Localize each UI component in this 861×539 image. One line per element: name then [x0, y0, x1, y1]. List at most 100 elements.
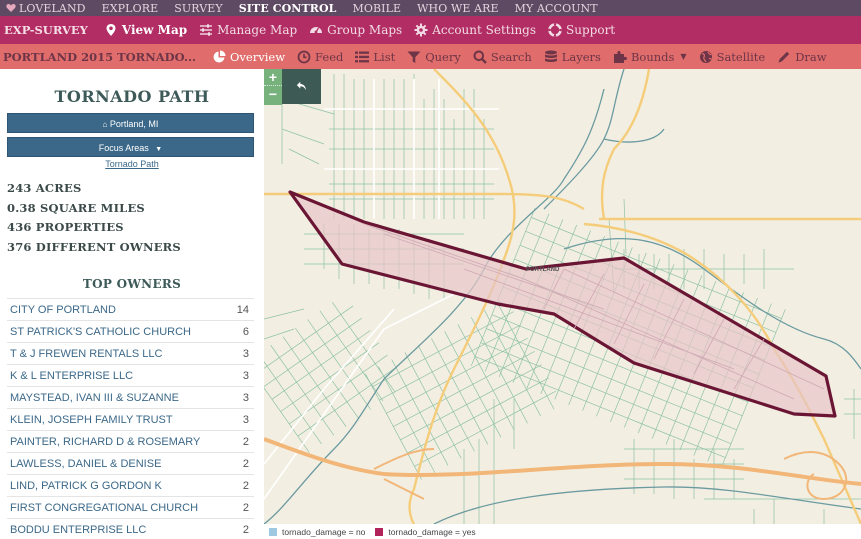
owner-count: 3 [242, 413, 249, 426]
sub-nav: EXP-SURVEY View Map Manage Map Group Map… [0, 16, 861, 44]
topnav-label: MOBILE [352, 1, 402, 15]
tab-list[interactable]: List [349, 50, 401, 64]
stats-list: 243 ACRES 0.38 SQUARE MILES 436 PROPERTI… [7, 181, 264, 259]
topnav-item-mobile[interactable]: MOBILE [345, 2, 410, 15]
life-ring-icon [548, 23, 562, 37]
subnav-item-support[interactable]: Support [542, 23, 621, 37]
owner-name[interactable]: MAYSTEAD, IVAN III & SUZANNE [10, 392, 179, 404]
tab-label: Satellite [716, 49, 766, 64]
topnav-item-site-control[interactable]: SITE CONTROL [231, 2, 345, 15]
heart-icon [6, 3, 16, 13]
owner-count: 3 [242, 347, 249, 360]
owner-row[interactable]: FIRST CONGREGATIONAL CHURCH 2 [7, 497, 254, 519]
owner-name[interactable]: CITY OF PORTLAND [10, 304, 116, 316]
owner-name[interactable]: BODDU ENTERPRISE LLC [10, 524, 146, 536]
legend-swatch-yes [375, 527, 384, 536]
topnav-item-survey[interactable]: SURVEY [166, 2, 231, 15]
tab-overview[interactable]: Overview [206, 50, 291, 64]
dashboard-icon [309, 23, 323, 37]
topnav-item-who-we-are[interactable]: WHO WE ARE [409, 2, 507, 15]
list-icon [355, 50, 370, 64]
subnav-item-manage-map[interactable]: Manage Map [193, 23, 303, 37]
top-owners-table: CITY OF PORTLAND 14 ST PATRICK'S CATHOLIC … [7, 298, 254, 539]
owner-row[interactable]: PAINTER, RICHARD D & ROSEMARY 2 [7, 431, 254, 453]
topnav-label: LOVELAND [19, 1, 86, 15]
subnav-label: View Map [121, 23, 188, 37]
subnav-item-view-map[interactable]: View Map [98, 23, 193, 37]
owner-name[interactable]: LAWLESS, DANIEL & DENISE [10, 458, 161, 470]
owner-count: 3 [242, 391, 249, 404]
subnav-label: Manage Map [217, 23, 298, 37]
owner-name[interactable]: T & J FREWEN RENTALS LLC [10, 348, 162, 360]
tab-draw[interactable]: Draw [771, 50, 832, 64]
tab-label: Bounds [630, 49, 675, 64]
tab-feed[interactable]: Feed [291, 50, 349, 64]
owner-row[interactable]: LIND, PATRICK G GORDON K 2 [7, 475, 254, 497]
tab-search[interactable]: Search [467, 50, 538, 64]
owner-row[interactable]: LAWLESS, DANIEL & DENISE 2 [7, 453, 254, 475]
search-icon [473, 50, 487, 64]
top-owners-heading: TOP OWNERS [82, 277, 182, 291]
tab-label: Search [490, 49, 532, 64]
focus-area-title: TORNADO PATH [54, 87, 210, 106]
owner-row[interactable]: KLEIN, JOSEPH FAMILY TRUST 3 [7, 409, 254, 431]
topnav-item-loveland[interactable]: LOVELAND [0, 2, 94, 15]
tab-bounds[interactable]: Bounds ▼ [607, 50, 693, 64]
map-basemap: PORTLAND [264, 69, 861, 524]
owner-name[interactable]: ST PATRICK'S CATHOLIC CHURCH [10, 326, 191, 338]
reply-arrow-icon [296, 77, 308, 96]
zoom-in-button[interactable]: + [264, 69, 282, 86]
tab-label: Overview [229, 49, 286, 64]
subnav-label: Account Settings [432, 23, 537, 37]
owner-row[interactable]: MAYSTEAD, IVAN III & SUZANNE 3 [7, 387, 254, 409]
home-icon: ⌂ [102, 120, 108, 129]
topnav-label: SITE CONTROL [238, 1, 337, 15]
owner-row[interactable]: T & J FREWEN RENTALS LLC 3 [7, 343, 254, 365]
zoom-out-button[interactable]: − [264, 86, 282, 103]
map-marker-icon [104, 23, 118, 37]
map-canvas[interactable]: PORTLAND + − [264, 69, 861, 524]
owner-row[interactable]: K & L ENTERPRISE LLC 3 [7, 365, 254, 387]
puzzle-icon [613, 50, 627, 64]
owner-name[interactable]: K & L ENTERPRISE LLC [10, 370, 133, 382]
topnav-item-my-account[interactable]: MY ACCOUNT [507, 2, 606, 15]
top-nav: LOVELAND EXPLORE SURVEY SITE CONTROL MOB… [0, 0, 861, 16]
owner-count: 2 [242, 435, 249, 448]
topnav-label: MY ACCOUNT [514, 1, 598, 15]
owner-name[interactable]: PAINTER, RICHARD D & ROSEMARY [10, 436, 200, 448]
subnav-item-account-settings[interactable]: Account Settings [408, 23, 542, 37]
city-label-portland: PORTLAND [526, 267, 560, 273]
globe-icon [699, 50, 713, 64]
legend-swatch-no [269, 527, 277, 536]
location-button[interactable]: ⌂ Portland, MI [7, 113, 254, 133]
back-button[interactable] [282, 69, 321, 104]
database-icon [544, 50, 558, 64]
owner-count: 2 [242, 479, 249, 492]
owner-row[interactable]: CITY OF PORTLAND 14 [7, 299, 254, 321]
owner-name[interactable]: KLEIN, JOSEPH FAMILY TRUST [10, 414, 173, 426]
pencil-icon [777, 50, 791, 64]
tab-query[interactable]: Query [401, 50, 467, 64]
legend-label: tornado_damage = yes [388, 526, 476, 537]
owner-name[interactable]: LIND, PATRICK G GORDON K [10, 480, 162, 492]
owner-count: 2 [242, 457, 249, 470]
focus-areas-label: Focus Areas [98, 143, 149, 153]
owner-row[interactable]: ST PATRICK'S CATHOLIC CHURCH 6 [7, 321, 254, 343]
focus-areas-dropdown[interactable]: Focus Areas ▼ [7, 137, 254, 157]
owner-name[interactable]: FIRST CONGREGATIONAL CHURCH [10, 502, 198, 514]
topnav-label: EXPLORE [101, 1, 159, 15]
map-name: PORTLAND 2015 TORNADO... [3, 49, 196, 64]
subnav-label: Support [566, 23, 616, 37]
owner-count: 6 [242, 325, 249, 338]
tab-satellite[interactable]: Satellite [693, 50, 772, 64]
topnav-item-explore[interactable]: EXPLORE [94, 2, 167, 15]
tab-layers[interactable]: Layers [538, 50, 607, 64]
map-toolbar: PORTLAND 2015 TORNADO... Overview Feed L… [0, 44, 861, 69]
tab-label: Feed [315, 49, 344, 64]
topnav-label: SURVEY [174, 1, 223, 15]
owner-row[interactable]: BODDU ENTERPRISE LLC 2 [7, 519, 254, 539]
filter-icon [407, 50, 421, 64]
focus-area-link[interactable]: Tornado Path [0, 159, 264, 169]
subnav-item-group-maps[interactable]: Group Maps [303, 23, 408, 37]
app-brand[interactable]: EXP-SURVEY [0, 23, 98, 37]
